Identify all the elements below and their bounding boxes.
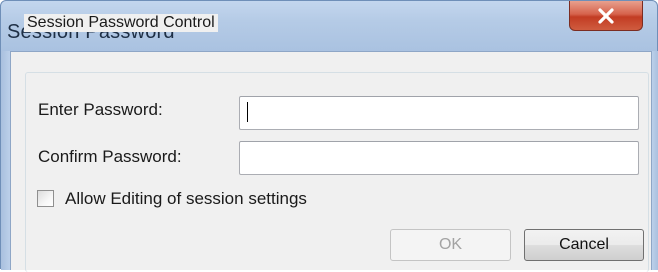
close-icon — [597, 7, 615, 24]
confirm-password-field[interactable] — [239, 141, 639, 175]
text-caret — [247, 102, 248, 122]
enter-password-field[interactable] — [239, 96, 639, 130]
confirm-password-label: Confirm Password: — [38, 147, 182, 166]
session-password-dialog: Session Password Session Password Contro… — [0, 0, 658, 272]
allow-editing-checkbox[interactable] — [37, 190, 54, 207]
group-legend: Session Password Control — [24, 14, 218, 32]
enter-password-label: Enter Password: — [38, 100, 163, 119]
cancel-button-label: Cancel — [559, 236, 609, 253]
allow-editing-label[interactable]: Allow Editing of session settings — [65, 189, 307, 209]
close-button[interactable] — [569, 1, 643, 31]
window-frame-left — [1, 51, 10, 270]
ok-button-label: OK — [438, 236, 463, 253]
cancel-button[interactable]: Cancel — [524, 229, 644, 261]
ok-button[interactable]: OK — [390, 229, 511, 261]
window-frame-right — [652, 51, 658, 270]
